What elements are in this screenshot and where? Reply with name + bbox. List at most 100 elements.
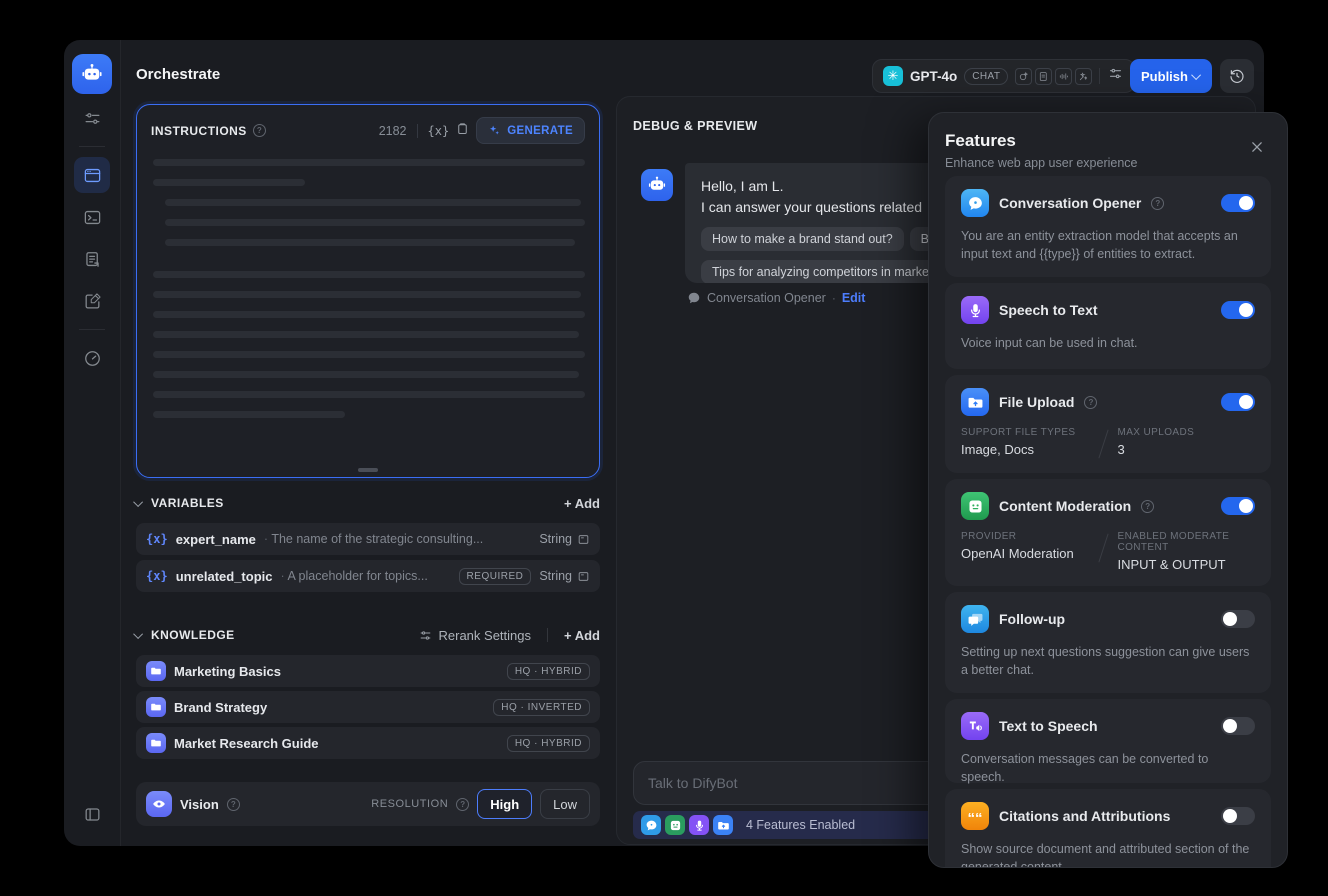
add-variable-button[interactable]: + Add [564,496,600,511]
document-capability-icon [1035,67,1053,85]
conversation-opener-icon [961,189,989,217]
publish-label: Publish [1141,68,1188,84]
resolution-high-button[interactable]: High [477,789,533,819]
conversation-opener-toggle[interactable] [1221,194,1255,212]
sidebar-item-logs[interactable] [74,241,110,277]
model-capability-icons [1015,67,1093,85]
sidebar-item-orchestrate[interactable] [74,157,110,193]
suggested-question-chip[interactable]: How to make a brand stand out? [701,227,904,251]
text-to-speech-toggle[interactable] [1221,717,1255,735]
follow-up-toggle[interactable] [1221,610,1255,628]
knowledge-name: Brand Strategy [174,699,268,715]
feature-description: You are an entity extraction model that … [961,229,1238,261]
knowledge-row[interactable]: Brand Strategy HQ · INVERTED [136,691,600,723]
variable-type: String [539,532,590,546]
divider [1099,68,1101,84]
variable-description: The name of the strategic consulting... [264,532,483,546]
file-upload-mini-icon [713,815,733,835]
add-knowledge-button[interactable]: + Add [564,628,600,643]
desktop-background: Orchestrate ✳ GPT-4o CHAT Publish INSTRU… [0,0,1328,896]
model-settings-icon[interactable] [1107,65,1124,87]
instructions-panel[interactable]: INSTRUCTIONS 2182 {x} GENERATE [136,104,600,478]
help-icon[interactable] [226,797,240,811]
knowledge-row[interactable]: Market Research Guide HQ · HYBRID [136,727,600,759]
moderation-provider-field: PROVIDER OpenAI Moderation [961,531,1074,561]
feature-description: Setting up next questions suggestion can… [961,645,1250,677]
preferences-sliders-icon[interactable] [74,100,110,136]
sidebar-item-annotations[interactable] [74,283,110,319]
citations-icon: ““ [961,802,989,830]
feature-title: Text to Speech [999,718,1098,734]
variable-icon: {x} [146,569,168,583]
help-icon[interactable] [1084,395,1098,409]
speech-to-text-toggle[interactable] [1221,301,1255,319]
speech-to-text-icon [961,296,989,324]
app-logo-robot-icon[interactable] [72,54,112,94]
feature-title: Content Moderation [999,498,1132,514]
knowledge-title: KNOWLEDGE [151,628,235,642]
generate-button[interactable]: GENERATE [476,117,585,144]
collapse-sidebar-icon[interactable] [75,796,111,832]
feature-description: Show source document and attributed sect… [961,842,1250,868]
input-field-icon [578,571,589,581]
chevron-down-icon[interactable] [133,628,144,639]
instructions-title: INSTRUCTIONS [151,123,247,138]
insert-variable-icon[interactable]: {x} [428,124,450,138]
rerank-settings-button[interactable]: Rerank Settings [418,628,531,643]
feature-title: Citations and Attributions [999,808,1171,824]
close-icon[interactable] [1247,137,1267,157]
divider [416,123,418,138]
feature-description: Conversation messages can be converted t… [961,752,1209,784]
variable-row[interactable]: {x} unrelated_topic A placeholder for to… [136,560,600,592]
feature-card-text-to-speech: Text to Speech Conversation messages can… [945,699,1271,784]
content-moderation-icon [961,492,989,520]
debug-preview-title: DEBUG & PREVIEW [633,119,758,133]
help-icon[interactable] [252,124,266,137]
knowledge-row[interactable]: Marketing Basics HQ · HYBRID [136,655,600,687]
knowledge-name: Marketing Basics [174,663,281,679]
help-icon[interactable] [456,797,470,811]
suggested-question-chip[interactable]: Tips for analyzing competitors in market [701,260,944,283]
divider [1097,533,1109,563]
variable-name: expert_name [175,531,256,547]
audio-capability-icon [1055,67,1073,85]
sidebar-item-terminal[interactable] [74,199,110,235]
help-icon[interactable] [1151,196,1165,210]
sliders-icon [420,630,430,640]
features-panel-title: Features [945,131,1016,150]
publish-button[interactable]: Publish [1130,59,1212,93]
dataset-folder-icon [146,697,166,717]
feature-title: Speech to Text [999,302,1098,318]
resolution-label: RESOLUTION [371,798,449,810]
input-field-icon [578,534,589,544]
content-moderation-toggle[interactable] [1221,497,1255,515]
vision-eye-icon [146,791,172,817]
chevron-down-icon [1191,69,1202,80]
feature-title: File Upload [999,394,1075,410]
sidebar-item-monitoring[interactable] [74,340,110,376]
copy-icon[interactable] [455,121,470,141]
speech-to-text-mini-icon [689,815,709,835]
version-history-button[interactable] [1220,59,1254,93]
dataset-folder-icon [146,733,166,753]
model-selector[interactable]: ✳ GPT-4o CHAT [872,59,1136,93]
chevron-down-icon[interactable] [133,496,144,507]
dataset-folder-icon [146,661,166,681]
instructions-text-placeholder[interactable] [153,159,585,431]
resolution-low-button[interactable]: Low [540,789,590,819]
vision-setting-row: Vision RESOLUTION High Low [136,782,600,826]
follow-up-icon [961,605,989,633]
resize-handle[interactable] [358,468,378,472]
variable-row[interactable]: {x} expert_name The name of the strategi… [136,523,600,555]
edit-opener-button[interactable]: Edit [842,291,866,305]
variable-name: unrelated_topic [175,568,273,584]
sidebar-divider [79,329,105,330]
file-upload-toggle[interactable] [1221,393,1255,411]
tools-capability-icon [1075,67,1093,85]
character-count: 2182 [378,123,407,138]
model-name: GPT-4o [910,68,958,84]
variables-section-header: VARIABLES + Add [133,492,600,514]
help-icon[interactable] [1141,499,1155,513]
conversation-opener-caption: Conversation Opener · Edit [687,291,865,305]
citations-toggle[interactable] [1221,807,1255,825]
